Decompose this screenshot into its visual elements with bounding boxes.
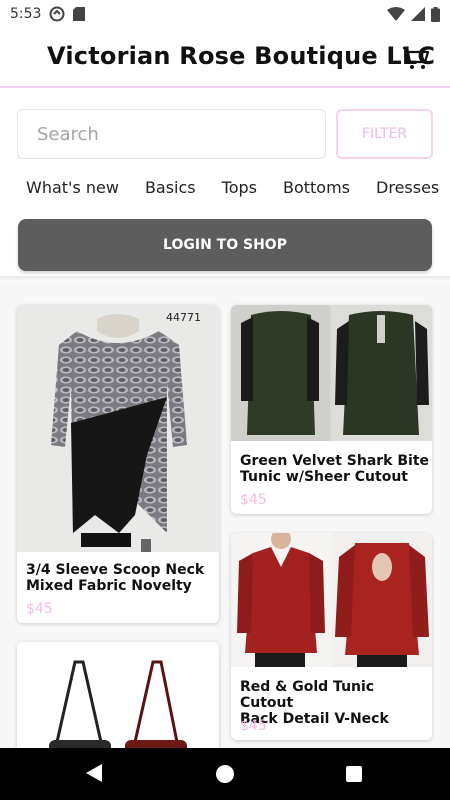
sync-status-icon	[49, 6, 65, 22]
product-name: Red & Gold Tunic Cutout Back Detail V-Ne…	[240, 679, 389, 727]
product-grid: 44771 3/4 Sleeve Scoop Neck Mixed Fabric…	[0, 282, 450, 748]
search-input[interactable]	[17, 109, 326, 159]
recents-icon[interactable]	[346, 766, 362, 782]
tab-tops[interactable]: Tops	[222, 178, 257, 200]
product-image	[231, 305, 432, 441]
back-icon[interactable]	[86, 764, 102, 782]
sd-card-icon	[73, 7, 86, 21]
product-name: Green Velvet Shark Bite Tunic w/Sheer Cu…	[240, 453, 430, 485]
product-card[interactable]: Green Velvet Shark Bite Tunic w/Sheer Cu…	[231, 305, 432, 514]
tab-whats-new[interactable]: What's new	[26, 178, 119, 200]
product-image	[17, 305, 219, 552]
product-card[interactable]: Red & Gold Tunic Cutout Back Detail V-Ne…	[231, 533, 432, 740]
product-name: 3/4 Sleeve Scoop Neck Mixed Fabric Novel…	[26, 562, 205, 594]
store-title: Victorian Rose Boutique LLC	[47, 42, 436, 70]
product-sku: 44771	[166, 311, 201, 324]
product-card[interactable]: 44771 3/4 Sleeve Scoop Neck Mixed Fabric…	[17, 305, 219, 623]
status-time: 5:53	[10, 6, 42, 22]
handbags-image	[49, 660, 187, 748]
product-price: $45	[240, 492, 267, 508]
tab-basics[interactable]: Basics	[145, 178, 196, 200]
battery-icon	[431, 6, 440, 22]
snake-print-tunic-image	[51, 314, 187, 552]
cart-icon[interactable]	[402, 44, 430, 72]
product-price: $45	[240, 718, 267, 734]
product-image	[17, 642, 219, 748]
app-header: Victorian Rose Boutique LLC	[0, 28, 450, 88]
tab-dresses[interactable]: Dresses	[376, 178, 439, 200]
filter-button[interactable]: FILTER	[336, 109, 433, 159]
tab-bottoms[interactable]: Bottoms	[283, 178, 350, 200]
status-bar: 5:53	[0, 0, 450, 28]
home-icon[interactable]	[216, 765, 234, 783]
product-card[interactable]	[17, 642, 219, 748]
system-nav-bar	[0, 748, 450, 800]
product-price: $45	[26, 601, 53, 617]
product-image	[231, 533, 432, 667]
category-tabs: What's new Basics Tops Bottoms Dresses	[26, 178, 450, 200]
wifi-icon	[387, 7, 405, 21]
red-gold-tunic-image	[231, 533, 432, 667]
green-velvet-tunic-image	[231, 305, 432, 441]
login-to-shop-button[interactable]: LOGIN TO SHOP	[18, 219, 432, 271]
signal-icon	[411, 7, 425, 21]
